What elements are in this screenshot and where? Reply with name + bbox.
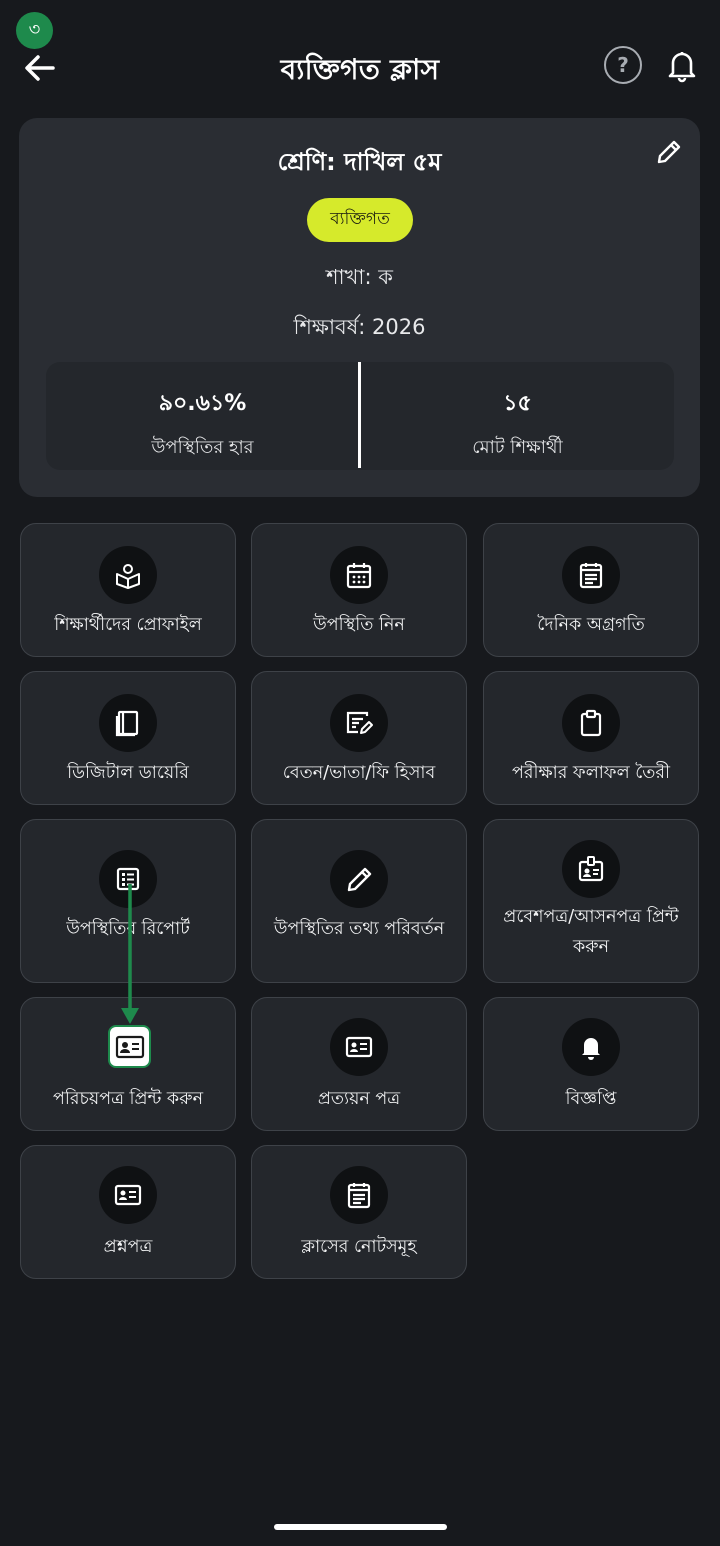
stats-panel: ৯০.৬১% উপস্থিতির হার ১৫ মোট শিক্ষার্থী [46,362,674,470]
annotation-arrow [121,884,139,1024]
class-info-card: শ্রেণি: দাখিল ৫ম ব্যক্তিগত শাখা: ক শিক্ষ… [19,118,700,497]
pencil-icon [330,850,388,908]
menu-tile-certificate[interactable]: প্রত্যয়ন পত্র [251,997,467,1131]
bell-outline-icon [668,52,696,83]
app-header: ব্যক্তিগত ক্লাস ? [0,30,720,102]
menu-tile-label: পরীক্ষার ফলাফল তৈরী [511,763,671,783]
notification-button[interactable] [664,47,700,83]
bell-icon [562,1018,620,1076]
attendance-rate-label: উপস্থিতির হার [151,437,254,458]
menu-tile-exam-results[interactable]: পরীক্ষার ফলাফল তৈরী [483,671,699,805]
fee-edit-icon [330,694,388,752]
pencil-icon [657,140,681,164]
help-button[interactable]: ? [604,46,642,84]
menu-tile-label: শিক্ষার্থীদের প্রোফাইল [54,615,202,635]
menu-tile-label: ডিজিটাল ডায়েরি [67,763,189,783]
badge-id-icon [562,840,620,898]
class-type-badge: ব্যক্তিগত [307,198,413,242]
home-indicator[interactable] [274,1524,447,1530]
menu-tile-fee-accounts[interactable]: বেতন/ভাতা/ফি হিসাব [251,671,467,805]
attendance-rate-stat: ৯০.৬১% উপস্থিতির হার [46,362,359,470]
total-students-value: ১৫ [503,391,532,416]
question-paper-icon [99,1166,157,1224]
menu-tile-label: দৈনিক অগ্রগতি [537,615,645,635]
menu-tile-label: ক্লাসের নোটসমূহ [301,1237,417,1257]
calendar-icon [330,546,388,604]
menu-tile-daily-progress[interactable]: দৈনিক অগ্রগতি [483,523,699,657]
menu-tile-notice[interactable]: বিজ্ঞপ্তি [483,997,699,1131]
menu-tile-label: উপস্থিতির তথ্য পরিবর্তন [273,919,445,939]
menu-tile-edit-attendance[interactable]: উপস্থিতির তথ্য পরিবর্তন [251,819,467,983]
menu-tile-label: প্রবেশপত্র/আসনপত্র প্রিন্ট করুন [503,907,679,957]
notes-icon [330,1166,388,1224]
clipboard-icon [562,694,620,752]
edit-class-button[interactable] [655,138,683,166]
menu-tile-label: প্রত্যয়ন পত্র [317,1089,401,1109]
menu-tile-label: বিজ্ঞপ্তি [565,1089,617,1109]
total-students-label: মোট শিক্ষার্থী [472,437,563,458]
total-students-stat: ১৫ মোট শিক্ষার্থী [361,362,674,470]
menu-tile-label: উপস্থিতি নিন [313,615,405,635]
certificate-card-icon [330,1018,388,1076]
menu-tile-label: প্রশ্নপত্র [103,1237,153,1257]
menu-tile-take-attendance[interactable]: উপস্থিতি নিন [251,523,467,657]
menu-tile-class-notes[interactable]: ক্লাসের নোটসমূহ [251,1145,467,1279]
attendance-rate-value: ৯০.৬১% [158,391,247,416]
menu-tile-student-profile[interactable]: শিক্ষার্থীদের প্রোফাইল [20,523,236,657]
academic-year-text: শিক্ষাবর্ষ: 2026 [293,315,426,339]
menu-tile-label: পরিচয়পত্র প্রিন্ট করুন [52,1089,204,1109]
class-name: শ্রেণি: দাখিল ৫ম [277,148,442,176]
daily-progress-icon [562,546,620,604]
student-reading-icon [99,546,157,604]
menu-tile-label: বেতন/ভাতা/ফি হিসাব [282,763,436,783]
section-text: শাখা: ক [326,265,393,289]
menu-tile-question-paper[interactable]: প্রশ্নপত্র [20,1145,236,1279]
menu-tile-digital-diary[interactable]: ডিজিটাল ডায়েরি [20,671,236,805]
menu-tile-admit-card-print[interactable]: প্রবেশপত্র/আসনপত্র প্রিন্ট করুন [483,819,699,983]
book-icon [99,694,157,752]
